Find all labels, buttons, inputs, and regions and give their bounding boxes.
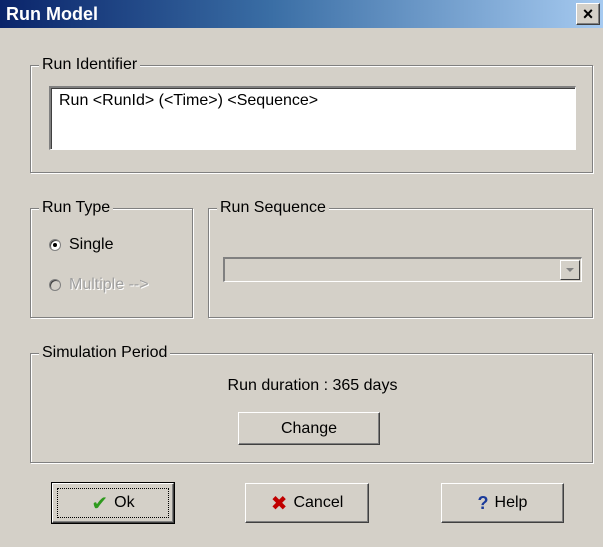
radio-single-label: Single [69, 236, 114, 253]
run-identifier-value: Run <RunId> (<Time>) <Sequence> [59, 92, 319, 109]
run-type-legend: Run Type [39, 198, 114, 218]
question-mark-icon: ? [477, 492, 489, 513]
ok-focus-rect [57, 488, 169, 518]
change-button[interactable]: Change [238, 412, 380, 445]
run-sequence-group: Run Sequence [208, 198, 593, 318]
radio-multiple: Multiple --> [49, 276, 149, 294]
run-sequence-legend: Run Sequence [217, 198, 329, 218]
radio-multiple-label: Multiple --> [69, 276, 149, 293]
chevron-down-icon [560, 260, 580, 280]
radio-single-button[interactable] [49, 239, 61, 251]
help-label: Help [494, 494, 528, 511]
change-label: Change [280, 419, 338, 437]
ok-button[interactable]: ✔ Ok [51, 482, 175, 524]
radio-single[interactable]: Single [49, 236, 113, 254]
cancel-label: Cancel [293, 494, 344, 511]
run-identifier-input[interactable]: Run <RunId> (<Time>) <Sequence> [49, 86, 576, 150]
run-identifier-group: Run Identifier Run <RunId> (<Time>) <Seq… [30, 55, 593, 173]
run-type-group: Run Type Single Multiple --> [30, 198, 193, 318]
simulation-period-legend: Simulation Period [39, 343, 171, 363]
title-bar: Run Model × [0, 0, 603, 28]
simulation-period-group: Simulation Period Run duration : 365 day… [30, 343, 593, 463]
close-icon: × [582, 4, 594, 24]
radio-multiple-button [49, 279, 61, 291]
x-icon: ✖ [270, 492, 288, 515]
run-identifier-legend: Run Identifier [39, 55, 141, 75]
help-button[interactable]: ? Help [441, 483, 564, 523]
cancel-button[interactable]: ✖ Cancel [245, 483, 369, 523]
run-sequence-dropdown [223, 257, 582, 282]
run-duration-text: Run duration : 365 days [227, 377, 398, 394]
window-title: Run Model [6, 4, 98, 24]
close-button[interactable]: × [576, 3, 600, 25]
